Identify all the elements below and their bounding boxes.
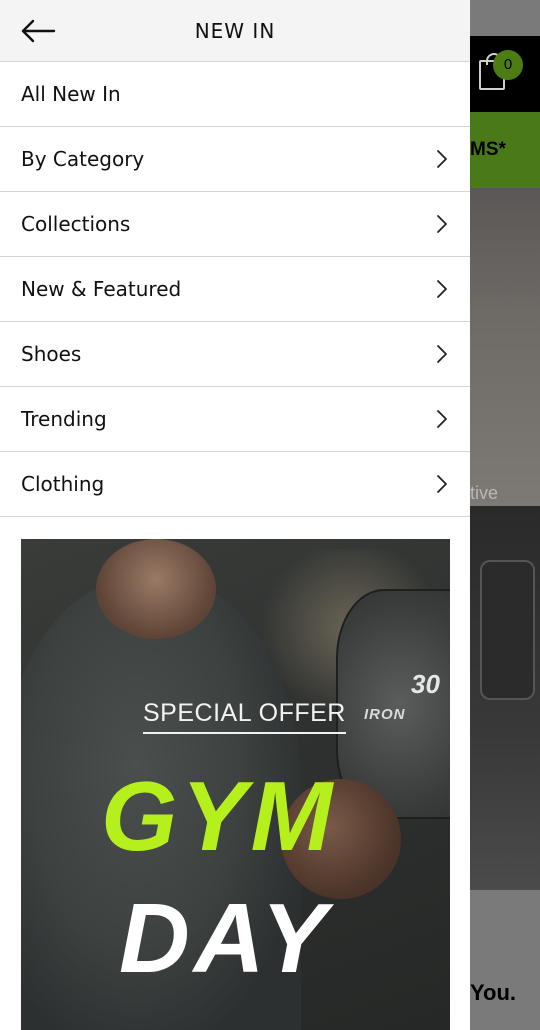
- menu-item-label: Shoes: [21, 342, 82, 366]
- menu-item-trending[interactable]: Trending: [0, 387, 470, 452]
- menu-item-label: By Category: [21, 147, 145, 171]
- background-hero-text: tive: [470, 483, 499, 503]
- banner-athlete-head: [96, 539, 216, 639]
- background-hero-image: [470, 188, 540, 506]
- menu-item-all-new-in[interactable]: All New In: [0, 62, 470, 127]
- chevron-right-icon: [437, 215, 447, 233]
- gym-day-promo-banner[interactable]: 30 IRON SPECIAL OFFER GYM DAY: [21, 539, 450, 1030]
- chevron-right-icon: [437, 475, 447, 493]
- menu-item-new-featured[interactable]: New & Featured: [0, 257, 470, 322]
- chevron-right-icon: [437, 280, 447, 298]
- menu-item-label: All New In: [21, 82, 121, 106]
- weight-plate-brand: IRON: [364, 706, 406, 723]
- menu-item-shoes[interactable]: Shoes: [0, 322, 470, 387]
- drawer-header: NEW IN: [0, 0, 470, 62]
- menu-item-label: New & Featured: [21, 277, 182, 301]
- menu-item-label: Clothing: [21, 472, 105, 496]
- special-offer-label: SPECIAL OFFER: [143, 699, 346, 734]
- menu-item-clothing[interactable]: Clothing: [0, 452, 470, 517]
- background-footer-text: You.: [470, 980, 517, 1005]
- chevron-right-icon: [437, 410, 447, 428]
- back-button[interactable]: [18, 14, 58, 48]
- chevron-right-icon: [437, 345, 447, 363]
- banner-headline-gym: GYM: [101, 761, 337, 871]
- weight-plate-number: 30: [411, 669, 440, 699]
- background-status-bar: [470, 0, 540, 36]
- new-in-drawer: NEW IN All New In By Category Collection…: [0, 0, 470, 1030]
- menu-item-label: Collections: [21, 212, 131, 236]
- new-in-menu: All New In By Category Collections New &…: [0, 62, 470, 517]
- promo-text: MS*: [470, 139, 506, 160]
- menu-item-collections[interactable]: Collections: [0, 192, 470, 257]
- chevron-right-icon: [437, 150, 447, 168]
- menu-item-by-category[interactable]: By Category: [0, 127, 470, 192]
- menu-item-label: Trending: [21, 407, 107, 431]
- background-dumbbell-image: [480, 560, 535, 700]
- cart-count-badge: 0: [493, 50, 523, 80]
- arrow-left-icon: [21, 19, 56, 43]
- drawer-title: NEW IN: [194, 19, 276, 43]
- banner-headline-day: DAY: [119, 883, 331, 993]
- promo-bar: MS*: [470, 112, 540, 188]
- background-lower-section: [470, 890, 540, 1030]
